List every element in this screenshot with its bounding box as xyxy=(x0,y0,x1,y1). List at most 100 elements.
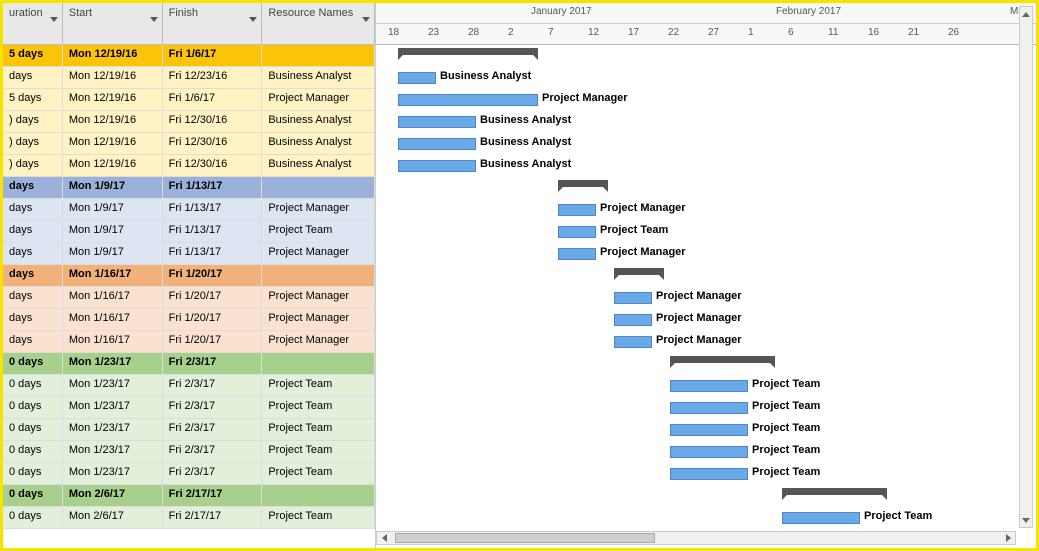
cell-res[interactable]: Project Team xyxy=(262,375,375,396)
cell-finish[interactable]: Fri 12/30/16 xyxy=(163,133,263,154)
cell-duration[interactable]: 0 days xyxy=(3,353,63,374)
cell-finish[interactable]: Fri 1/13/17 xyxy=(163,221,263,242)
task-bar[interactable] xyxy=(670,402,748,414)
task-bar[interactable] xyxy=(782,512,860,524)
cell-finish[interactable]: Fri 12/30/16 xyxy=(163,155,263,176)
cell-duration[interactable]: ) days xyxy=(3,133,63,154)
cell-res[interactable]: Project Team xyxy=(262,397,375,418)
cell-start[interactable]: Mon 12/19/16 xyxy=(63,133,163,154)
cell-finish[interactable]: Fri 1/20/17 xyxy=(163,287,263,308)
scroll-right-icon[interactable] xyxy=(1001,532,1015,544)
table-row[interactable]: daysMon 1/16/17Fri 1/20/17Project Manage… xyxy=(3,309,375,331)
cell-start[interactable]: Mon 1/16/17 xyxy=(63,331,163,352)
cell-res[interactable] xyxy=(262,45,375,66)
table-row[interactable]: ) daysMon 12/19/16Fri 12/30/16Business A… xyxy=(3,155,375,177)
cell-finish[interactable]: Fri 1/13/17 xyxy=(163,177,263,198)
cell-res[interactable]: Project Manager xyxy=(262,89,375,110)
table-row[interactable]: 0 daysMon 2/6/17Fri 2/17/17 xyxy=(3,485,375,507)
cell-duration[interactable]: ) days xyxy=(3,111,63,132)
cell-start[interactable]: Mon 1/23/17 xyxy=(63,441,163,462)
task-bar[interactable] xyxy=(670,468,748,480)
vertical-scrollbar[interactable] xyxy=(1019,6,1033,528)
task-bar[interactable] xyxy=(398,72,436,84)
table-row[interactable]: ) daysMon 12/19/16Fri 12/30/16Business A… xyxy=(3,111,375,133)
table-row[interactable]: daysMon 1/9/17Fri 1/13/17Project Team xyxy=(3,221,375,243)
chevron-down-icon[interactable] xyxy=(150,17,158,22)
summary-bar[interactable] xyxy=(614,268,664,275)
cell-duration[interactable]: days xyxy=(3,331,63,352)
cell-start[interactable]: Mon 1/23/17 xyxy=(63,375,163,396)
cell-start[interactable]: Mon 1/16/17 xyxy=(63,265,163,286)
cell-start[interactable]: Mon 1/9/17 xyxy=(63,177,163,198)
cell-start[interactable]: Mon 1/23/17 xyxy=(63,397,163,418)
cell-duration[interactable]: days xyxy=(3,309,63,330)
chevron-down-icon[interactable] xyxy=(249,17,257,22)
task-bar[interactable] xyxy=(398,138,476,150)
cell-start[interactable]: Mon 12/19/16 xyxy=(63,89,163,110)
cell-finish[interactable]: Fri 1/20/17 xyxy=(163,309,263,330)
cell-start[interactable]: Mon 1/23/17 xyxy=(63,419,163,440)
cell-duration[interactable]: days xyxy=(3,287,63,308)
cell-res[interactable]: Project Team xyxy=(262,419,375,440)
cell-duration[interactable]: 0 days xyxy=(3,485,63,506)
cell-duration[interactable]: days xyxy=(3,177,63,198)
cell-duration[interactable]: 0 days xyxy=(3,507,63,528)
task-bar[interactable] xyxy=(614,292,652,304)
cell-res[interactable]: Project Team xyxy=(262,463,375,484)
cell-duration[interactable]: 5 days xyxy=(3,89,63,110)
table-row[interactable]: 5 daysMon 12/19/16Fri 1/6/17Project Mana… xyxy=(3,89,375,111)
cell-duration[interactable]: 0 days xyxy=(3,397,63,418)
cell-start[interactable]: Mon 1/9/17 xyxy=(63,199,163,220)
table-row[interactable]: 0 daysMon 1/23/17Fri 2/3/17Project Team xyxy=(3,463,375,485)
task-bar[interactable] xyxy=(670,424,748,436)
cell-start[interactable]: Mon 12/19/16 xyxy=(63,67,163,88)
cell-finish[interactable]: Fri 2/3/17 xyxy=(163,463,263,484)
cell-start[interactable]: Mon 1/9/17 xyxy=(63,221,163,242)
table-row[interactable]: daysMon 1/9/17Fri 1/13/17Project Manager xyxy=(3,243,375,265)
cell-finish[interactable]: Fri 1/20/17 xyxy=(163,331,263,352)
task-bar[interactable] xyxy=(398,160,476,172)
table-row[interactable]: daysMon 1/16/17Fri 1/20/17 xyxy=(3,265,375,287)
cell-finish[interactable]: Fri 12/23/16 xyxy=(163,67,263,88)
column-header-resource[interactable]: Resource Names xyxy=(262,3,375,44)
chevron-down-icon[interactable] xyxy=(362,17,370,22)
table-row[interactable]: ) daysMon 12/19/16Fri 12/30/16Business A… xyxy=(3,133,375,155)
cell-duration[interactable]: 0 days xyxy=(3,463,63,484)
cell-res[interactable]: Business Analyst xyxy=(262,67,375,88)
summary-bar[interactable] xyxy=(398,48,538,55)
cell-res[interactable]: Business Analyst xyxy=(262,111,375,132)
cell-duration[interactable]: ) days xyxy=(3,155,63,176)
column-header-duration[interactable]: uration xyxy=(3,3,63,44)
horizontal-scrollbar[interactable] xyxy=(376,531,1016,545)
task-bar[interactable] xyxy=(614,336,652,348)
cell-duration[interactable]: 0 days xyxy=(3,375,63,396)
cell-duration[interactable]: 0 days xyxy=(3,419,63,440)
cell-finish[interactable]: Fri 2/3/17 xyxy=(163,353,263,374)
cell-finish[interactable]: Fri 2/17/17 xyxy=(163,485,263,506)
table-row[interactable]: 0 daysMon 1/23/17Fri 2/3/17Project Team xyxy=(3,375,375,397)
table-row[interactable]: daysMon 1/16/17Fri 1/20/17Project Manage… xyxy=(3,331,375,353)
task-bar[interactable] xyxy=(398,94,538,106)
cell-duration[interactable]: days xyxy=(3,265,63,286)
cell-res[interactable]: Project Team xyxy=(262,507,375,528)
cell-start[interactable]: Mon 1/9/17 xyxy=(63,243,163,264)
chevron-down-icon[interactable] xyxy=(50,17,58,22)
cell-finish[interactable]: Fri 1/6/17 xyxy=(163,89,263,110)
summary-bar[interactable] xyxy=(782,488,887,495)
cell-finish[interactable]: Fri 1/20/17 xyxy=(163,265,263,286)
cell-res[interactable]: Project Manager xyxy=(262,199,375,220)
column-header-finish[interactable]: Finish xyxy=(163,3,263,44)
cell-start[interactable]: Mon 2/6/17 xyxy=(63,485,163,506)
cell-start[interactable]: Mon 12/19/16 xyxy=(63,45,163,66)
table-row[interactable]: 5 daysMon 12/19/16Fri 1/6/17 xyxy=(3,45,375,67)
cell-duration[interactable]: 5 days xyxy=(3,45,63,66)
summary-bar[interactable] xyxy=(558,180,608,187)
summary-bar[interactable] xyxy=(670,356,775,363)
table-row[interactable]: 0 daysMon 1/23/17Fri 2/3/17Project Team xyxy=(3,419,375,441)
cell-finish[interactable]: Fri 2/3/17 xyxy=(163,397,263,418)
task-bar[interactable] xyxy=(670,380,748,392)
cell-res[interactable] xyxy=(262,353,375,374)
cell-finish[interactable]: Fri 2/3/17 xyxy=(163,419,263,440)
cell-res[interactable]: Project Team xyxy=(262,441,375,462)
table-row[interactable]: daysMon 1/16/17Fri 1/20/17Project Manage… xyxy=(3,287,375,309)
